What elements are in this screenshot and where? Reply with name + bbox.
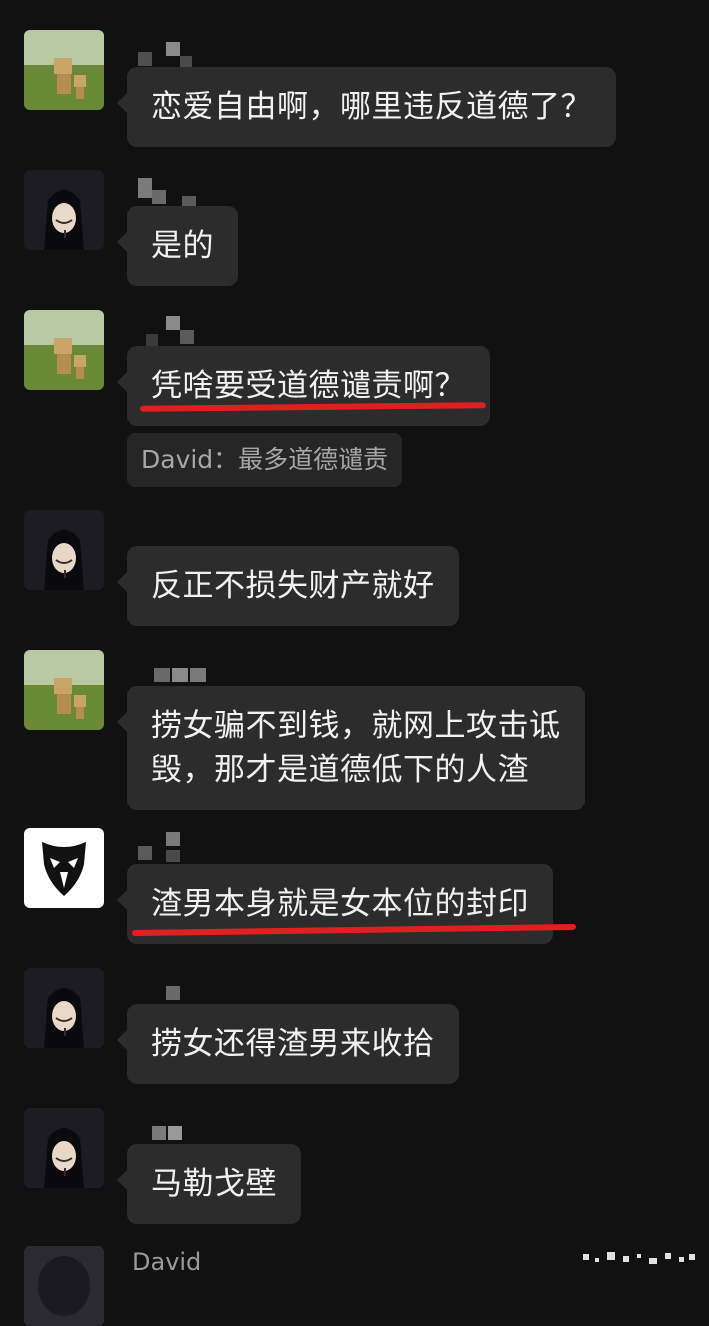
message-bubble[interactable]: 凭啥要受道德谴责啊？ [117,346,490,426]
sender-name: David [132,1248,202,1276]
message-bubble[interactable]: 捞女骗不到钱，就网上攻击诋 毁，那才是道德低下的人渣 [117,686,585,810]
figure-avatar[interactable] [24,650,104,730]
mask-avatar[interactable] [24,510,104,590]
message-bubble[interactable]: 捞女还得渣男来收拾 [117,1004,459,1084]
tribal-mask-avatar[interactable] [24,828,104,908]
message-bubble[interactable]: 反正不损失财产就好 [117,546,459,626]
mask-avatar[interactable] [24,170,104,250]
watermark-noise [579,1248,699,1268]
figure-avatar[interactable] [24,310,104,390]
quoted-reply[interactable]: David：最多道德谴责 [127,433,403,487]
message-bubble[interactable]: 恋爱自由啊，哪里违反道德了？ [117,67,616,147]
mask-avatar[interactable] [24,968,104,1048]
figure-avatar[interactable] [24,30,104,110]
mask-avatar[interactable] [24,1246,104,1326]
message-bubble[interactable]: 马勒戈壁 [117,1144,301,1224]
mask-avatar[interactable] [24,1108,104,1188]
sender-name-pixelated [132,832,252,868]
message-bubble[interactable]: 是的 [117,206,238,286]
